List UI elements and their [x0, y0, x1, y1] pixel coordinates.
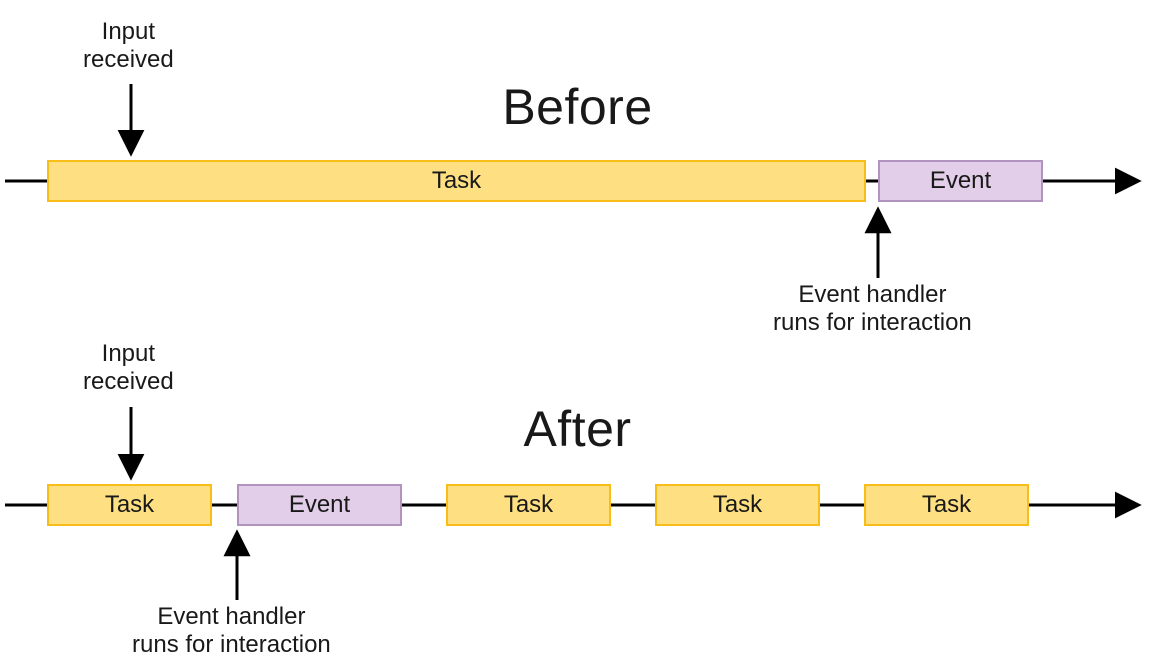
- after-task-1-label: Task: [105, 491, 154, 519]
- before-handler-caption: Event handler runs for interaction: [773, 281, 972, 336]
- after-task-4-label: Task: [922, 491, 971, 519]
- after-task-2-label: Task: [504, 491, 553, 519]
- after-task-box-3: Task: [655, 484, 820, 526]
- after-event-label: Event: [289, 491, 350, 519]
- diagram-stage: Before Input received Task Event Event h…: [0, 0, 1155, 647]
- after-task-box-4: Task: [864, 484, 1029, 526]
- before-task-box: Task: [47, 160, 866, 202]
- after-task-box-2: Task: [446, 484, 611, 526]
- before-heading: Before: [0, 78, 1155, 136]
- after-heading: After: [0, 400, 1155, 458]
- after-handler-caption: Event handler runs for interaction: [132, 603, 331, 658]
- after-task-3-label: Task: [713, 491, 762, 519]
- after-input-received-label: Input received: [83, 340, 174, 395]
- after-task-box-1: Task: [47, 484, 212, 526]
- before-event-box: Event: [878, 160, 1043, 202]
- before-task-label: Task: [432, 167, 481, 195]
- before-event-label: Event: [930, 167, 991, 195]
- after-event-box: Event: [237, 484, 402, 526]
- before-input-received-label: Input received: [83, 18, 174, 73]
